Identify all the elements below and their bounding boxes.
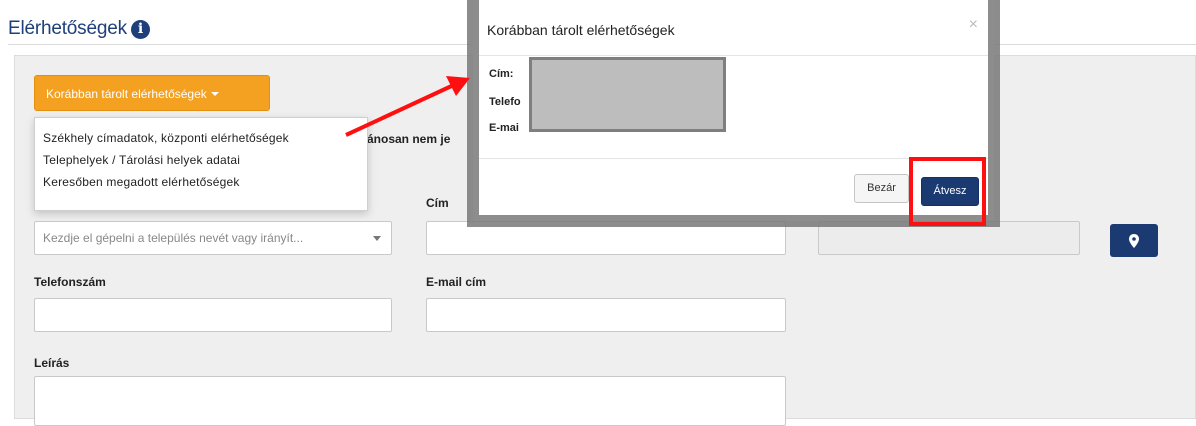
annotation-arrow — [345, 76, 470, 137]
